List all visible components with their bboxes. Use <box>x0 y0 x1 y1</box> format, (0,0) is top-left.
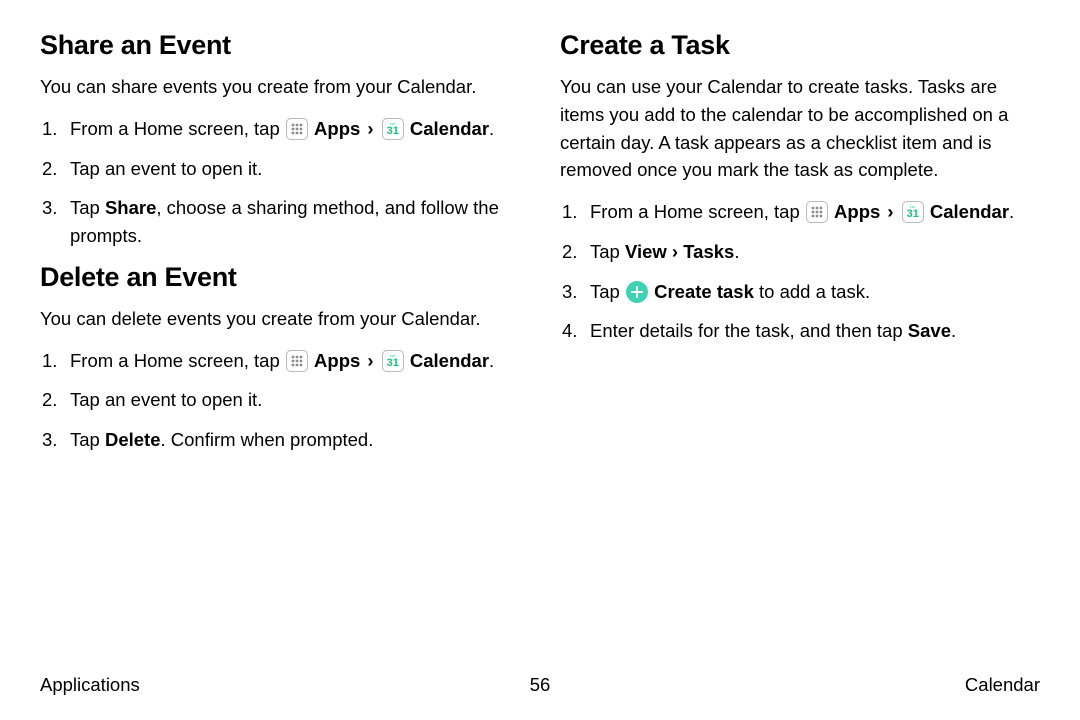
text: Tap <box>590 241 625 262</box>
period: . <box>734 241 739 262</box>
delete-step-1: From a Home screen, tap Apps › ••• 31 Ca… <box>40 347 520 375</box>
delete-step-3: Tap Delete. Confirm when prompted. <box>40 426 520 454</box>
apps-icon <box>286 118 308 140</box>
calendar-icon: ••• 31 <box>382 118 404 140</box>
task-step-2: Tap View › Tasks. <box>560 238 1040 266</box>
task-step-1: From a Home screen, tap Apps › ••• 31 Ca… <box>560 198 1040 226</box>
apps-icon <box>286 350 308 372</box>
footer-left: Applications <box>40 674 140 696</box>
chevron-right-icon: › <box>365 350 375 371</box>
intro-delete: You can delete events you create from yo… <box>40 305 520 333</box>
heading-share-event: Share an Event <box>40 30 520 61</box>
apps-label: Apps <box>314 118 360 139</box>
heading-delete-event: Delete an Event <box>40 262 520 293</box>
period: . <box>951 320 956 341</box>
chevron-right-icon: › <box>885 201 895 222</box>
steps-share: From a Home screen, tap Apps › ••• 31 Ca… <box>40 115 520 250</box>
text: From a Home screen, tap <box>70 350 285 371</box>
intro-share: You can share events you create from you… <box>40 73 520 101</box>
calendar-icon: ••• 31 <box>902 201 924 223</box>
content-columns: Share an Event You can share events you … <box>40 30 1040 466</box>
text: . Confirm when prompted. <box>161 429 374 450</box>
text: Enter details for the task, and then tap <box>590 320 908 341</box>
add-icon <box>626 281 648 303</box>
period: . <box>489 350 494 371</box>
steps-delete: From a Home screen, tap Apps › ••• 31 Ca… <box>40 347 520 454</box>
task-step-4: Enter details for the task, and then tap… <box>560 317 1040 345</box>
save-bold: Save <box>908 320 951 341</box>
calendar-icon: ••• 31 <box>382 350 404 372</box>
task-step-3: Tap Create task to add a task. <box>560 278 1040 306</box>
apps-label: Apps <box>834 201 880 222</box>
share-step-1: From a Home screen, tap Apps › ••• 31 Ca… <box>40 115 520 143</box>
footer-page-number: 56 <box>530 674 551 696</box>
text: From a Home screen, tap <box>70 118 285 139</box>
apps-icon <box>806 201 828 223</box>
calendar-label: Calendar <box>410 118 489 139</box>
chevron-right-icon: › <box>365 118 375 139</box>
text: Tap <box>590 281 625 302</box>
share-step-3: Tap Share, choose a sharing method, and … <box>40 194 520 250</box>
calendar-label: Calendar <box>410 350 489 371</box>
intro-task: You can use your Calendar to create task… <box>560 73 1040 184</box>
calendar-label: Calendar <box>930 201 1009 222</box>
view-tasks-bold: View › Tasks <box>625 241 734 262</box>
left-column: Share an Event You can share events you … <box>40 30 520 466</box>
create-task-bold: Create task <box>654 281 754 302</box>
text: Tap <box>70 429 105 450</box>
delete-step-2: Tap an event to open it. <box>40 386 520 414</box>
period: . <box>489 118 494 139</box>
footer-right: Calendar <box>965 674 1040 696</box>
text: to add a task. <box>754 281 870 302</box>
text: From a Home screen, tap <box>590 201 805 222</box>
steps-task: From a Home screen, tap Apps › ••• 31 Ca… <box>560 198 1040 345</box>
share-step-2: Tap an event to open it. <box>40 155 520 183</box>
heading-create-task: Create a Task <box>560 30 1040 61</box>
share-bold: Share <box>105 197 156 218</box>
apps-label: Apps <box>314 350 360 371</box>
right-column: Create a Task You can use your Calendar … <box>560 30 1040 466</box>
period: . <box>1009 201 1014 222</box>
page-footer: Applications 56 Calendar <box>0 674 1080 696</box>
delete-bold: Delete <box>105 429 161 450</box>
text: Tap <box>70 197 105 218</box>
